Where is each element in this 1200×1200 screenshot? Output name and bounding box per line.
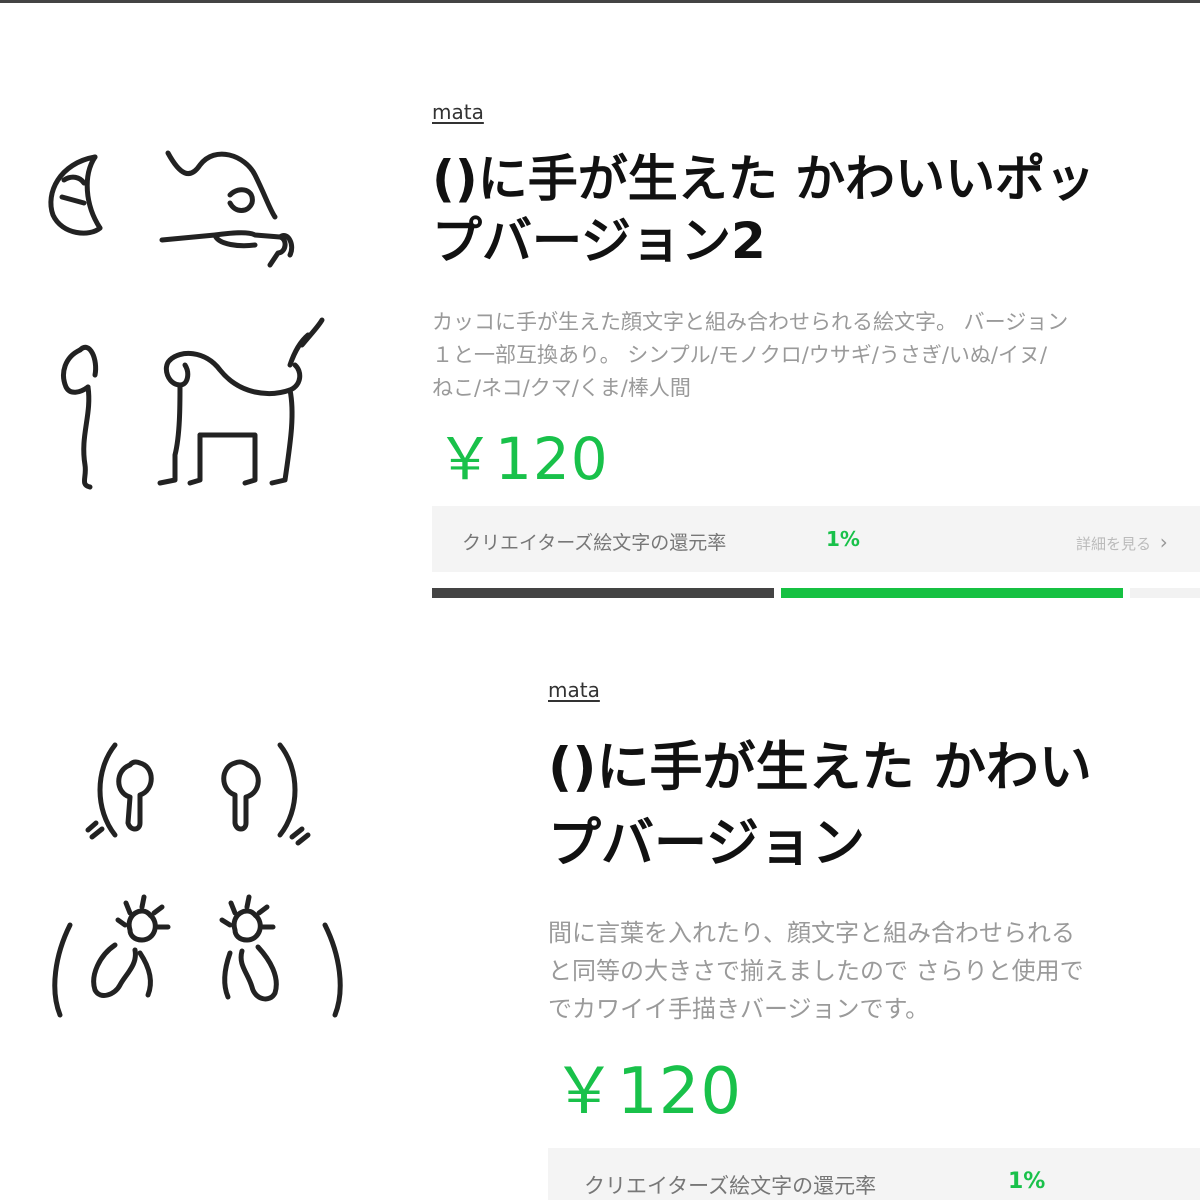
- product-card[interactable]: mata ()に手が生えた かわい プバージョン 間に言葉を入れたり、顔文字と組…: [0, 0, 1200, 1200]
- product-description: 間に言葉を入れたり、顔文字と組み合わせられる と同等の大きさで揃えましたので さ…: [548, 914, 1084, 1028]
- description-line: 間に言葉を入れたり、顔文字と組み合わせられる: [548, 919, 1076, 947]
- product-artwork[interactable]: [30, 715, 370, 1045]
- creator-rate-box: クリエイターズ絵文字の還元率 1%: [548, 1148, 1200, 1200]
- creator-rate-value: 1%: [1008, 1169, 1046, 1194]
- creator-rate-label: クリエイターズ絵文字の還元率: [584, 1174, 877, 1198]
- open-parenthesis-hand-icon: [85, 742, 154, 840]
- description-line: と同等の大きさで揃えましたので さらりと使用で: [548, 957, 1084, 985]
- product-price: ￥120: [552, 1055, 743, 1129]
- product-title[interactable]: ()に手が生えた かわい プバージョン: [548, 730, 1092, 882]
- waving-hand-right-icon: [219, 894, 343, 1018]
- waving-hand-left-icon: [52, 894, 171, 1018]
- product-title-line: ()に手が生えた かわい: [548, 737, 1092, 798]
- product-title-line: プバージョン: [548, 813, 865, 874]
- description-line: でカワイイ手描きバージョンです。: [548, 995, 930, 1023]
- close-parenthesis-hand-icon: [221, 742, 311, 846]
- author-link[interactable]: mata: [548, 678, 600, 702]
